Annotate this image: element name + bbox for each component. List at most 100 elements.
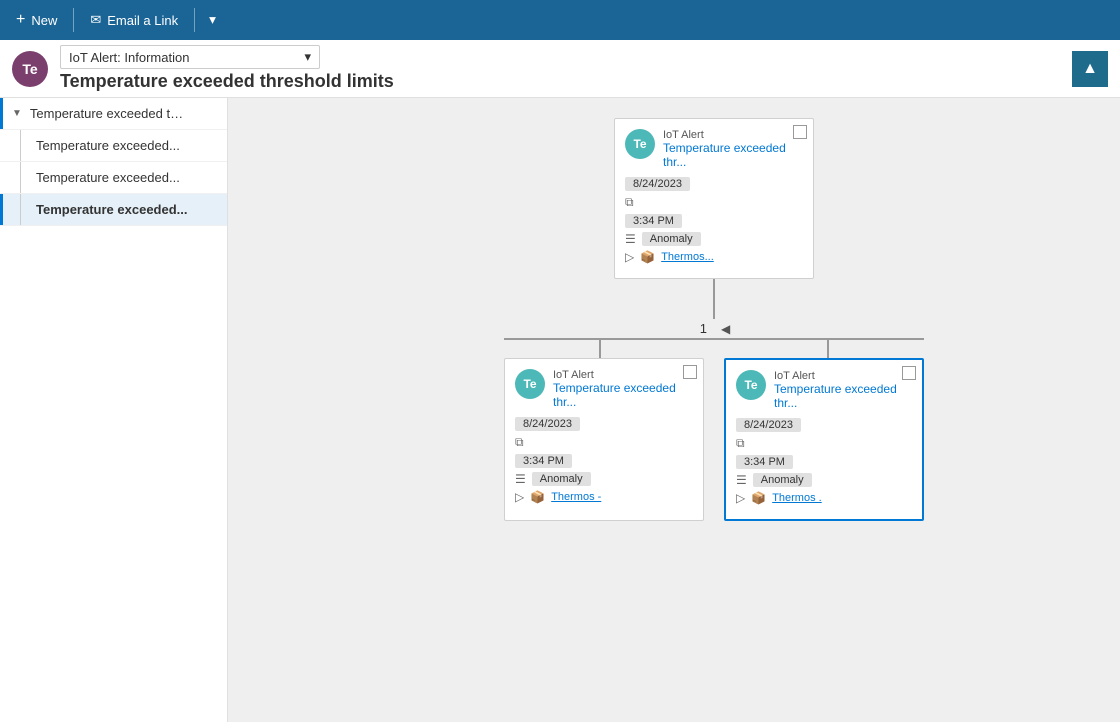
root-card-header: Te IoT Alert Temperature exceeded thr... xyxy=(625,129,803,169)
pagination-number: 1 xyxy=(694,319,713,338)
pagination-prev-button[interactable]: ◀ xyxy=(717,320,734,338)
right-card-link-field: ▷ 📦 Thermos . xyxy=(736,491,912,505)
right-card-checkbox[interactable] xyxy=(902,366,916,380)
left-card-type: IoT Alert xyxy=(553,369,693,381)
left-card-link[interactable]: Thermos - xyxy=(551,491,601,503)
sidebar-item-1[interactable]: Temperature exceeded... xyxy=(0,130,227,162)
right-card-time-field: 3:34 PM xyxy=(736,455,912,469)
plus-icon: + xyxy=(16,11,25,29)
root-card-checkbox[interactable] xyxy=(793,125,807,139)
indent-line-2 xyxy=(20,162,21,193)
active-indicator xyxy=(0,98,3,129)
right-v-line xyxy=(827,338,829,358)
root-card-type: IoT Alert xyxy=(663,129,803,141)
toolbar-divider-2 xyxy=(194,8,195,32)
email-icon: ✉ xyxy=(90,12,101,28)
toolbar-divider xyxy=(73,8,74,32)
chevron-up-icon: ▲ xyxy=(1082,60,1098,78)
toolbar: + New ✉ Email a Link ▾ xyxy=(0,0,1120,40)
page-title: Temperature exceeded threshold limits xyxy=(60,71,1060,92)
indent-line xyxy=(20,130,21,161)
sidebar-item-label-3: Temperature exceeded... xyxy=(36,202,188,217)
left-category-icon: ☰ xyxy=(515,472,526,486)
root-card-avatar: Te xyxy=(625,129,655,159)
right-card-info: IoT Alert Temperature exceeded thr... xyxy=(774,370,912,410)
right-forward-icon: ▷ xyxy=(736,491,745,505)
right-copy-icon: ⧉ xyxy=(736,436,745,451)
right-card-category: Anomaly xyxy=(753,473,812,487)
left-card-title[interactable]: Temperature exceeded thr... xyxy=(553,381,693,409)
left-device-icon: 📦 xyxy=(530,490,545,504)
children-connector xyxy=(504,338,924,358)
header-content: IoT Alert: Information ▾ Temperature exc… xyxy=(60,45,1060,92)
right-card-header: Te IoT Alert Temperature exceeded thr... xyxy=(736,370,912,410)
indent-line-3 xyxy=(20,194,21,225)
left-card-date-field: 8/24/2023 xyxy=(515,417,693,431)
right-card-type: IoT Alert xyxy=(774,370,912,382)
right-child-card[interactable]: Te IoT Alert Temperature exceeded thr...… xyxy=(724,358,924,521)
root-card-title[interactable]: Temperature exceeded thr... xyxy=(663,141,803,169)
sidebar-item-3[interactable]: Temperature exceeded... xyxy=(0,194,227,226)
email-link-button[interactable]: ✉ Email a Link xyxy=(82,4,186,36)
right-card-time: 3:34 PM xyxy=(736,455,793,469)
collapse-button[interactable]: ▲ xyxy=(1072,51,1108,87)
left-card-link-field: ▷ 📦 Thermos - xyxy=(515,490,693,504)
root-card-date-field: 8/24/2023 xyxy=(625,177,803,191)
right-card-date-field: 8/24/2023 xyxy=(736,418,912,432)
left-card-time: 3:34 PM xyxy=(515,454,572,468)
root-alert-card[interactable]: Te IoT Alert Temperature exceeded thr...… xyxy=(614,118,814,279)
new-label: New xyxy=(31,13,57,28)
right-card-date: 8/24/2023 xyxy=(736,418,801,432)
toolbar-dropdown-button[interactable]: ▾ xyxy=(203,4,222,36)
left-card-date: 8/24/2023 xyxy=(515,417,580,431)
right-card-avatar: Te xyxy=(736,370,766,400)
sidebar-item-label-0: Temperature exceeded thresh... xyxy=(30,106,190,121)
new-button[interactable]: + New xyxy=(8,4,65,36)
right-card-copy-field: ⧉ xyxy=(736,436,912,451)
left-card-category: Anomaly xyxy=(532,472,591,486)
sidebar-item-0[interactable]: ▼ Temperature exceeded thresh... xyxy=(0,98,227,130)
avatar: Te xyxy=(12,51,48,87)
chevron-down-icon: ▾ xyxy=(209,12,216,28)
email-label: Email a Link xyxy=(107,13,178,28)
pagination-row: 1 ◀ xyxy=(694,319,734,338)
root-card-time-field: 3:34 PM xyxy=(625,214,803,228)
root-card-time: 3:34 PM xyxy=(625,214,682,228)
left-card-checkbox[interactable] xyxy=(683,365,697,379)
h-spacer xyxy=(504,338,924,358)
left-child-card[interactable]: Te IoT Alert Temperature exceeded thr...… xyxy=(504,358,704,521)
sidebar-item-2[interactable]: Temperature exceeded... xyxy=(0,162,227,194)
tree-container: Te IoT Alert Temperature exceeded thr...… xyxy=(228,98,1120,722)
right-card-title[interactable]: Temperature exceeded thr... xyxy=(774,382,912,410)
tree-root-section: Te IoT Alert Temperature exceeded thr...… xyxy=(248,118,1100,521)
sidebar-item-label-2: Temperature exceeded... xyxy=(36,170,180,185)
main-layout: ▼ Temperature exceeded thresh... Tempera… xyxy=(0,98,1120,722)
right-card-link[interactable]: Thermos . xyxy=(772,492,822,504)
dropdown-label: IoT Alert: Information xyxy=(69,50,189,65)
left-card-copy-field: ⧉ xyxy=(515,435,693,450)
copy-icon: ⧉ xyxy=(625,195,634,210)
left-card-header: Te IoT Alert Temperature exceeded thr... xyxy=(515,369,693,409)
left-forward-icon: ▷ xyxy=(515,490,524,504)
expand-icon: ▼ xyxy=(12,108,22,119)
root-card-copy-field: ⧉ xyxy=(625,195,803,210)
left-card-time-field: 3:34 PM xyxy=(515,454,693,468)
left-card-category-field: ☰ Anomaly xyxy=(515,472,693,486)
left-card-info: IoT Alert Temperature exceeded thr... xyxy=(553,369,693,409)
root-connector-v xyxy=(713,279,715,319)
right-category-icon: ☰ xyxy=(736,473,747,487)
root-card-date: 8/24/2023 xyxy=(625,177,690,191)
header-area: Te IoT Alert: Information ▾ Temperature … xyxy=(0,40,1120,98)
alert-type-dropdown[interactable]: IoT Alert: Information ▾ xyxy=(60,45,320,69)
sidebar: ▼ Temperature exceeded thresh... Tempera… xyxy=(0,98,228,722)
root-card-link[interactable]: Thermos... xyxy=(661,251,714,263)
root-card-info: IoT Alert Temperature exceeded thr... xyxy=(663,129,803,169)
right-card-category-field: ☰ Anomaly xyxy=(736,473,912,487)
left-card-avatar: Te xyxy=(515,369,545,399)
left-v-line xyxy=(599,338,601,358)
left-copy-icon: ⧉ xyxy=(515,435,524,450)
main-content: Te IoT Alert Temperature exceeded thr...… xyxy=(228,98,1120,722)
category-icon: ☰ xyxy=(625,232,636,246)
forward-icon: ▷ xyxy=(625,250,634,264)
dropdown-arrow-icon: ▾ xyxy=(304,49,311,65)
